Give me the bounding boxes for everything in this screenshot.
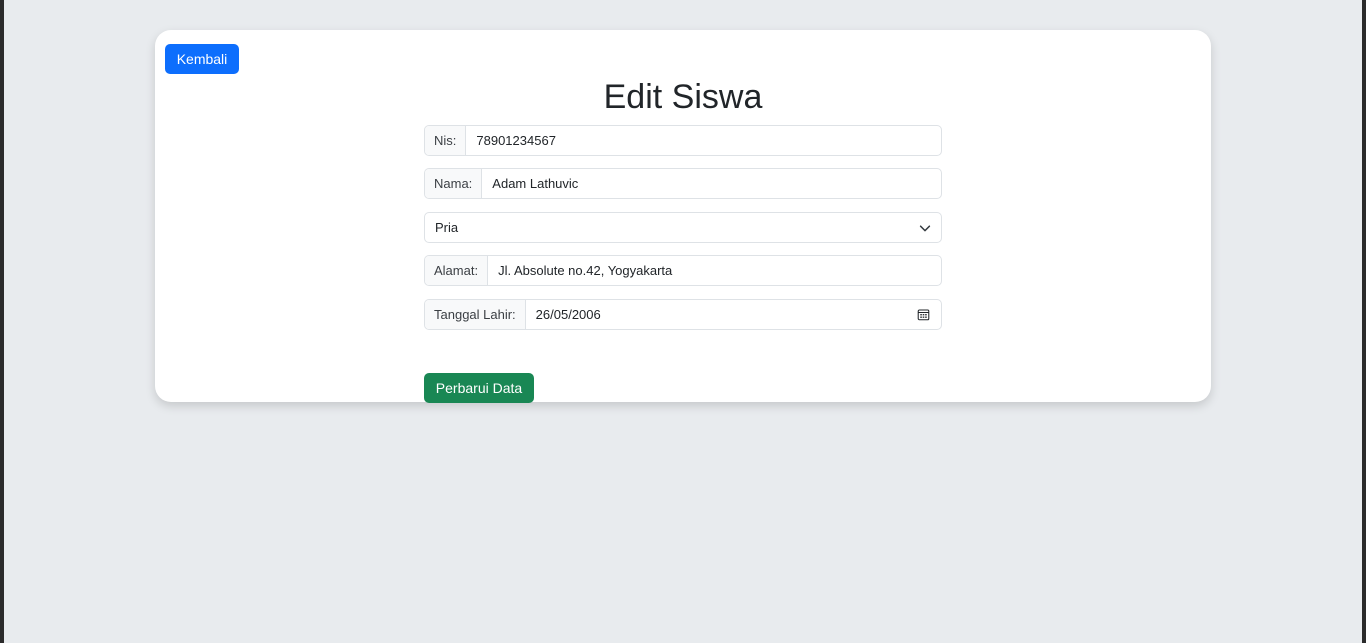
- nis-label: Nis:: [425, 126, 467, 155]
- nis-input[interactable]: [466, 126, 941, 155]
- edit-card: Kembali Edit Siswa Nis: Nama: Pria Alama…: [155, 30, 1211, 403]
- tanggal-lahir-group: Tanggal Lahir:: [424, 299, 942, 330]
- back-button[interactable]: Kembali: [165, 44, 239, 74]
- chevron-down-icon: [919, 225, 931, 232]
- alamat-input[interactable]: [488, 256, 941, 285]
- calendar-icon: [917, 309, 930, 321]
- gender-select[interactable]: Pria: [424, 212, 942, 243]
- alamat-label: Alamat:: [425, 256, 489, 285]
- window-frame-left: [0, 0, 4, 643]
- nis-group: Nis:: [424, 125, 942, 156]
- alamat-group: Alamat:: [424, 255, 942, 286]
- gender-selected-value: Pria: [435, 220, 459, 235]
- nama-group: Nama:: [424, 168, 942, 199]
- tanggal-lahir-label: Tanggal Lahir:: [425, 300, 526, 329]
- nama-label: Nama:: [425, 169, 483, 198]
- nama-input[interactable]: [482, 169, 941, 198]
- date-picker-button[interactable]: [917, 300, 941, 329]
- tanggal-lahir-input[interactable]: [525, 300, 917, 329]
- submit-button[interactable]: Perbarui Data: [424, 373, 534, 403]
- window-frame-right: [1362, 0, 1366, 643]
- page-title: Edit Siswa: [603, 78, 763, 116]
